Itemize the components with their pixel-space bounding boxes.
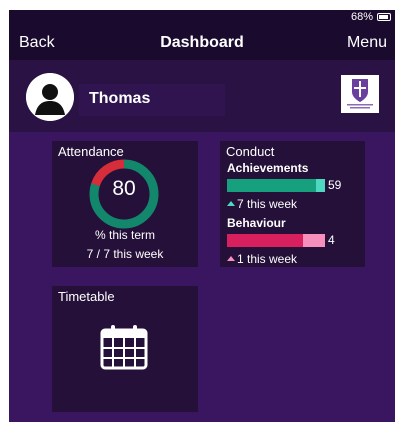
conduct-title: Conduct [226,144,275,159]
conduct-tile[interactable]: Conduct Achievements 59 7 this week Beha… [220,141,365,267]
status-bar: 68% [9,10,395,26]
attendance-term-label: % this term [94,228,155,242]
menu-button[interactable]: Menu [347,34,387,52]
achievements-bar-tip [316,179,325,192]
behaviour-week-text: 1 this week [237,252,298,266]
behaviour-value: 4 [328,233,335,247]
achievements-value: 59 [328,178,342,192]
person-silhouette-icon [26,73,74,121]
achievements-week-text: 7 this week [237,197,298,211]
attendance-tile[interactable]: Attendance 80 % this term 7 / 7 this wee… [52,141,198,267]
timetable-tile[interactable]: Timetable [52,286,198,412]
student-name: Thomas [89,90,151,107]
up-arrow-icon [227,256,235,261]
battery-icon [377,13,391,21]
timetable-title: Timetable [58,289,115,304]
attendance-title: Attendance [58,144,124,159]
calendar-icon [100,325,148,370]
school-crest-icon [341,75,379,113]
achievements-week: 7 this week [227,197,297,211]
app-screen: 68% Back Dashboard Menu Thomas Attendanc… [9,10,395,422]
behaviour-bar-fill [227,234,303,247]
navigation-bar: Back Dashboard Menu [9,26,395,60]
page-title: Dashboard [160,34,244,51]
achievements-bar [227,179,325,192]
attendance-value: 80 [112,177,136,200]
behaviour-label: Behaviour [227,216,286,230]
behaviour-bar [227,234,325,247]
behaviour-week: 1 this week [227,252,297,266]
student-profile-header: Thomas [9,60,395,132]
behaviour-bar-tip [303,234,325,247]
battery-percentage: 68% [350,11,373,23]
achievements-bar-fill [227,179,325,192]
up-arrow-icon [227,201,235,206]
attendance-week-label: 7 / 7 this week [86,247,164,261]
achievements-label: Achievements [227,161,309,175]
student-name-box[interactable]: Thomas [79,84,225,116]
